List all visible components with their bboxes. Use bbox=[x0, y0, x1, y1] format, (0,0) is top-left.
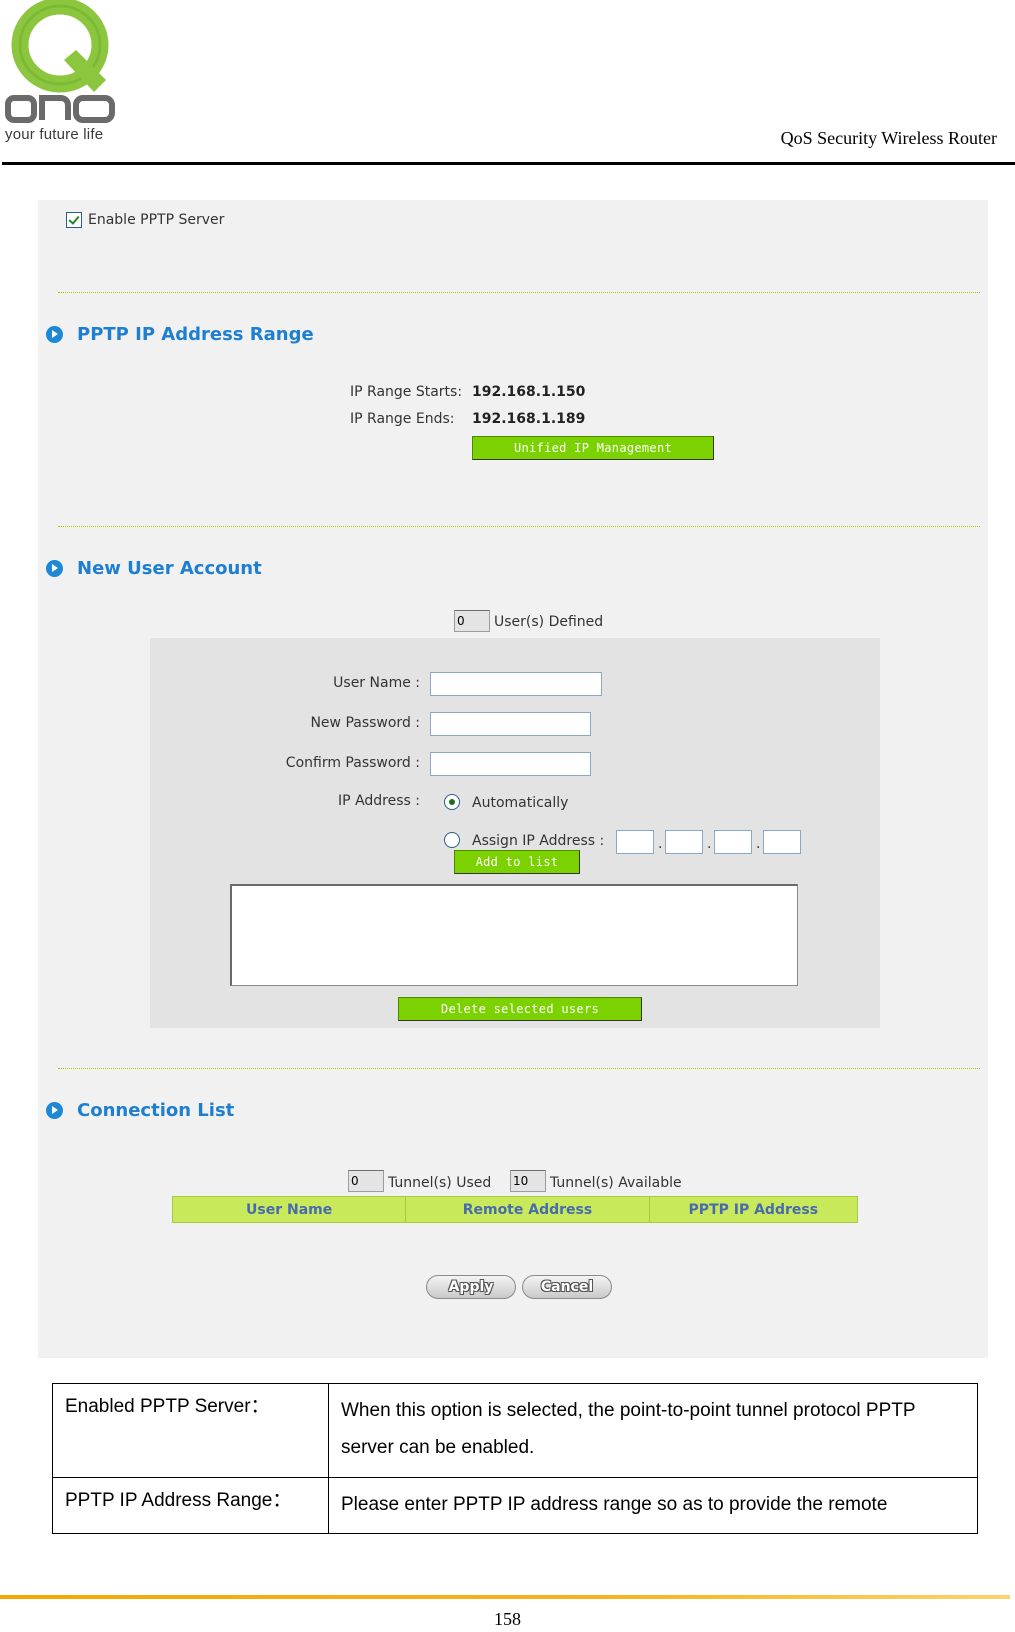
section-bullet-icon bbox=[46, 326, 63, 343]
users-defined-count: 0 bbox=[454, 610, 490, 632]
column-header-user-name: User Name bbox=[173, 1197, 407, 1222]
section-divider bbox=[58, 1068, 980, 1069]
new-user-section-header: New User Account bbox=[46, 558, 262, 579]
ip-separator: . bbox=[658, 836, 663, 852]
ip-octet-3-input[interactable] bbox=[714, 830, 752, 854]
ip-separator: . bbox=[756, 836, 761, 852]
connection-list-section-header: Connection List bbox=[46, 1100, 234, 1121]
ip-range-section-title: PPTP IP Address Range bbox=[77, 324, 314, 345]
apply-button[interactable]: Apply bbox=[426, 1275, 516, 1299]
delete-selected-users-button[interactable]: Delete selected users bbox=[398, 997, 642, 1021]
ip-range-starts-value: 192.168.1.150 bbox=[472, 384, 586, 400]
user-list-box[interactable] bbox=[230, 884, 798, 986]
user-name-label: User Name : bbox=[333, 675, 420, 691]
user-name-input[interactable] bbox=[430, 672, 602, 696]
ip-octet-2-input[interactable] bbox=[665, 830, 703, 854]
header-divider bbox=[2, 162, 1015, 165]
logo-tagline: your future life bbox=[5, 126, 104, 143]
description-cell: Please enter PPTP IP address range so as… bbox=[328, 1477, 978, 1534]
table-row: PPTP IP Address Range： Please enter PPTP… bbox=[52, 1477, 978, 1534]
unified-ip-management-button[interactable]: Unified IP Management bbox=[472, 436, 714, 460]
tunnels-used-count: 0 bbox=[348, 1170, 384, 1192]
qno-logo-icon bbox=[5, 0, 115, 123]
confirm-password-input[interactable] bbox=[430, 752, 591, 776]
ip-address-label: IP Address : bbox=[338, 793, 420, 809]
document-title: QoS Security Wireless Router bbox=[780, 128, 997, 148]
enable-pptp-label: Enable PPTP Server bbox=[88, 212, 225, 228]
ip-auto-label: Automatically bbox=[472, 795, 569, 811]
section-bullet-icon bbox=[46, 1102, 63, 1119]
new-user-section-title: New User Account bbox=[77, 558, 262, 579]
tunnels-used-label: Tunnel(s) Used bbox=[388, 1175, 492, 1191]
new-password-input[interactable] bbox=[430, 712, 591, 736]
section-divider bbox=[58, 292, 980, 293]
ip-assign-radio[interactable] bbox=[444, 832, 460, 848]
ip-octet-1-input[interactable] bbox=[616, 830, 654, 854]
page-number: 158 bbox=[494, 1609, 521, 1629]
new-password-label: New Password : bbox=[310, 715, 420, 731]
term-cell: Enabled PPTP Server： bbox=[52, 1383, 329, 1478]
add-to-list-button[interactable]: Add to list bbox=[454, 850, 580, 874]
section-bullet-icon bbox=[46, 560, 63, 577]
description-table: Enabled PPTP Server： When this option is… bbox=[52, 1383, 978, 1534]
ip-range-ends-value: 192.168.1.189 bbox=[472, 411, 586, 427]
ip-range-section-header: PPTP IP Address Range bbox=[46, 324, 314, 345]
confirm-password-label: Confirm Password : bbox=[285, 755, 420, 771]
users-defined-label: User(s) Defined bbox=[494, 614, 604, 630]
footer-divider bbox=[0, 1595, 1010, 1599]
connection-list-table: User Name Remote Address PPTP IP Address bbox=[172, 1196, 858, 1223]
ip-assign-label: Assign IP Address : bbox=[472, 833, 605, 849]
pptp-settings-panel: Enable PPTP Server PPTP IP Address Range… bbox=[38, 200, 988, 1358]
table-row: Enabled PPTP Server： When this option is… bbox=[52, 1383, 978, 1478]
section-divider bbox=[58, 526, 980, 527]
column-header-pptp-ip-address: PPTP IP Address bbox=[688, 1201, 819, 1218]
tunnels-available-count: 10 bbox=[510, 1170, 546, 1192]
connection-list-section-title: Connection List bbox=[77, 1100, 235, 1121]
tunnels-available-label: Tunnel(s) Available bbox=[550, 1175, 682, 1191]
term-cell: PPTP IP Address Range： bbox=[52, 1477, 329, 1534]
ip-octet-4-input[interactable] bbox=[763, 830, 801, 854]
cancel-button[interactable]: Cancel bbox=[522, 1275, 612, 1299]
ip-separator: . bbox=[707, 836, 712, 852]
description-cell: When this option is selected, the point-… bbox=[328, 1383, 978, 1478]
column-header-remote-address: Remote Address bbox=[406, 1197, 650, 1222]
ip-range-ends-label: IP Range Ends: bbox=[350, 411, 455, 427]
ip-auto-radio[interactable] bbox=[444, 794, 460, 810]
enable-pptp-checkbox[interactable] bbox=[66, 212, 82, 228]
ip-range-starts-label: IP Range Starts: bbox=[350, 384, 463, 400]
